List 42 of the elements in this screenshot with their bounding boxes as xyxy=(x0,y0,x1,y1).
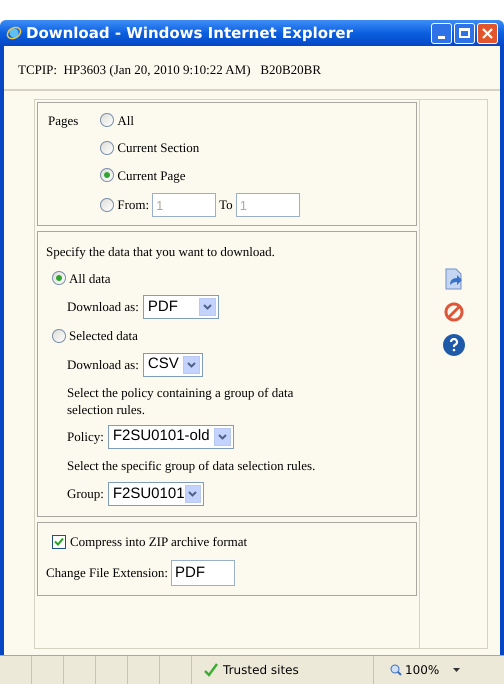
chevron-down-icon xyxy=(188,491,198,497)
help-icon[interactable] xyxy=(442,334,464,356)
intro-text: Specify the data that you want to download. xyxy=(46,243,276,261)
dropdown[interactable]: F2SU0101 xyxy=(108,482,204,506)
radio-button[interactable]: All xyxy=(100,110,134,130)
policy-hint: Select the policy containing a group of data selection rules. xyxy=(67,384,294,418)
browser-logo-icon xyxy=(6,25,22,41)
chevron-down-icon xyxy=(218,434,227,440)
chevron-down-icon xyxy=(202,304,212,310)
to-label: To xyxy=(219,196,233,214)
extension-label: Change File Extension: xyxy=(46,564,168,582)
group-hint: Select the specific group of data selection rules. xyxy=(67,456,316,475)
dropdown[interactable]: F2SU0101-old xyxy=(108,424,234,448)
policy-label: Policy: xyxy=(67,428,104,446)
cancel-icon[interactable] xyxy=(444,302,464,322)
extension-field[interactable]: PDF xyxy=(171,560,236,586)
radio-button[interactable]: Current Section xyxy=(100,138,200,158)
caret-icon[interactable] xyxy=(453,668,460,672)
download-as-label: Download as: xyxy=(67,298,139,316)
maximize-button[interactable] xyxy=(454,22,475,44)
zone-text: Trusted sites xyxy=(223,662,299,679)
header-text: TCPIP: HP3603 (Jan 20, 2010 9:10:22 AM) B20B20BR xyxy=(18,62,322,77)
radio-button[interactable]: From: xyxy=(100,195,150,215)
group-label: Group: xyxy=(67,485,104,504)
close-button[interactable] xyxy=(477,22,498,44)
magnifier-icon xyxy=(390,664,402,676)
dropdown[interactable]: PDF xyxy=(142,295,219,319)
download-as-label: Download as: xyxy=(67,356,139,374)
zoom-button[interactable]: 100% xyxy=(374,661,440,679)
dropdown[interactable]: CSV xyxy=(142,352,203,376)
chevron-down-icon xyxy=(186,362,196,368)
pages-label: Pages xyxy=(48,112,78,130)
compress-checkbox[interactable]: Compress into ZIP archive format xyxy=(46,532,408,552)
check-icon xyxy=(204,663,218,677)
radio-button[interactable]: All data xyxy=(52,268,408,288)
export-icon[interactable] xyxy=(444,268,462,290)
close-icon xyxy=(482,28,493,38)
check-icon xyxy=(54,537,64,546)
window-title: Download - Windows Internet Explorer xyxy=(26,22,354,44)
radio-button[interactable]: Selected data xyxy=(52,326,408,346)
minimize-button[interactable] xyxy=(431,22,452,44)
radio-button[interactable]: Current Page xyxy=(100,166,186,185)
